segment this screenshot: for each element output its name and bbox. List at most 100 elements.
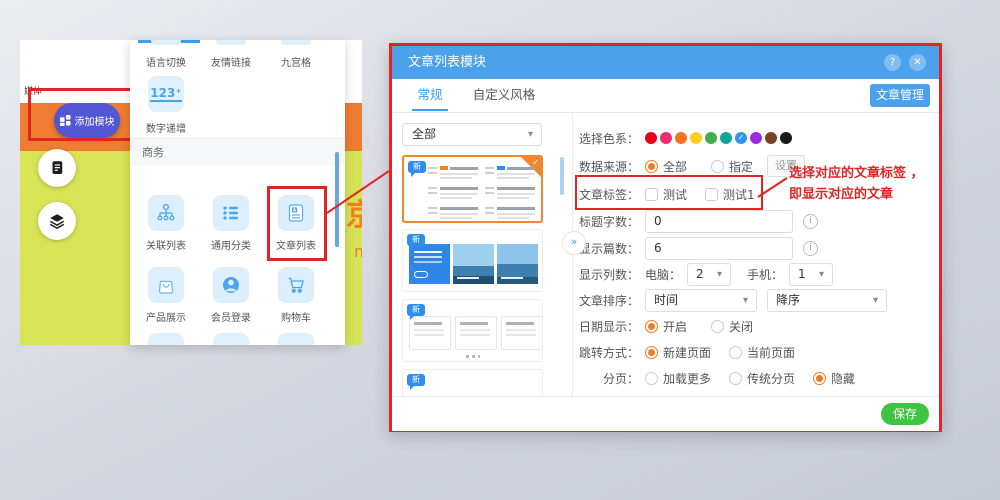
- module-item-related-list[interactable]: 关联列表: [133, 195, 199, 252]
- new-badge: 新: [407, 234, 425, 246]
- radio-jump-current-page[interactable]: [729, 346, 742, 359]
- template-option-3[interactable]: 新: [402, 299, 543, 362]
- template-list: 全部 ▾ 新 ✓ 新: [392, 113, 573, 396]
- title-chars-input[interactable]: [645, 210, 793, 233]
- help-button[interactable]: ?: [884, 54, 901, 71]
- color-dot-list: ✓: [645, 132, 795, 144]
- module-item-friend-links[interactable]: 友情链接: [203, 54, 259, 69]
- panel-scrollbar[interactable]: [335, 152, 339, 247]
- module-item-number-increment[interactable]: 数字递增: [138, 120, 194, 135]
- radio-source-all[interactable]: [645, 160, 658, 173]
- color-dot[interactable]: [675, 132, 687, 144]
- color-dot[interactable]: [765, 132, 777, 144]
- article-count-input[interactable]: [645, 237, 793, 260]
- tab-general[interactable]: 常规: [406, 79, 454, 111]
- field-sort: 文章排序： 时间 ▾ 降序 ▾: [573, 288, 939, 312]
- template-preview-content: [409, 244, 538, 284]
- article-list-dialog: 文章列表模块 ? ✕ 常规 自定义风格 文章管理 全部 ▾ 新 ✓: [389, 43, 942, 432]
- annotation-box-article-list-module: [267, 186, 327, 261]
- new-badge: 新: [407, 304, 425, 316]
- color-dot[interactable]: [660, 132, 672, 144]
- chevron-down-icon: ▾: [528, 124, 533, 145]
- field-jump-mode: 跳转方式： 新建页面 当前页面: [573, 340, 939, 364]
- color-dot[interactable]: [705, 132, 717, 144]
- new-badge: 新: [407, 374, 425, 386]
- field-columns: 显示列数： 电脑： 2 ▾ 手机： 1 ▾: [573, 262, 939, 286]
- module-item-general-category[interactable]: 通用分类: [198, 195, 264, 252]
- close-icon[interactable]: ✕: [909, 54, 926, 71]
- template-filter-dropdown[interactable]: 全部 ▾: [402, 123, 542, 146]
- sort-order-select[interactable]: 降序 ▾: [767, 289, 887, 312]
- shopping-bag-icon: [148, 267, 184, 303]
- org-tree-icon: [148, 195, 184, 231]
- clipped-module-icon: [216, 40, 246, 45]
- template-option-1-selected[interactable]: 新 ✓: [402, 155, 543, 223]
- module-item-nine-grid[interactable]: 九宫格: [268, 54, 324, 69]
- pc-columns-select[interactable]: 2 ▾: [687, 263, 731, 286]
- field-title-chars: 标题字数： i: [573, 209, 939, 233]
- radio-paging-load-more[interactable]: [645, 372, 658, 385]
- info-icon: i: [803, 241, 818, 256]
- pagination-dots: [466, 355, 480, 358]
- module-item-number-increment-icon[interactable]: 123⁺: [148, 76, 184, 112]
- radio-paging-traditional[interactable]: [729, 372, 742, 385]
- module-item-language-switch[interactable]: 语言切换: [138, 54, 194, 69]
- tab-custom-style[interactable]: 自定义风格: [464, 79, 544, 111]
- clipped-module-icon: [151, 40, 181, 45]
- list-icon: [213, 195, 249, 231]
- clipped-module-icon: [281, 40, 311, 45]
- template-preview-content: [409, 316, 543, 350]
- dialog-title: 文章列表模块: [408, 46, 486, 79]
- radio-paging-hidden[interactable]: [813, 372, 826, 385]
- color-dot[interactable]: [750, 132, 762, 144]
- article-manage-button[interactable]: 文章管理: [870, 84, 930, 107]
- dialog-header: 文章列表模块 ? ✕: [392, 46, 939, 79]
- annotation-box-add-module: [28, 88, 142, 141]
- radio-jump-new-page[interactable]: [645, 346, 658, 359]
- field-paging: 分页： 加载更多 传统分页 隐藏: [573, 366, 939, 390]
- clipped-module-tile: [148, 333, 184, 345]
- color-dot[interactable]: [720, 132, 732, 144]
- field-date-display: 日期显示： 开启 关闭: [573, 314, 939, 338]
- dialog-tabbar: 常规 自定义风格 文章管理: [392, 79, 939, 113]
- color-dot[interactable]: [645, 132, 657, 144]
- page-content-button[interactable]: [38, 149, 76, 187]
- template-option-2[interactable]: 新: [402, 229, 543, 292]
- field-color-scheme: 选择色系： ✓: [573, 126, 939, 150]
- radio-date-on[interactable]: [645, 320, 658, 333]
- annotation-note: 选择对应的文章标签 ， 即显示对应的文章: [789, 163, 969, 205]
- color-dot[interactable]: ✓: [735, 132, 747, 144]
- page-layers-button[interactable]: [38, 202, 76, 240]
- module-picker-panel: 语言切换 友情链接 九宫格 123⁺ 数字递增 商务 关联列表: [130, 40, 345, 345]
- collapse-panel-button[interactable]: »: [562, 231, 586, 255]
- selected-check-icon: ✓: [532, 158, 539, 167]
- document-icon: [48, 159, 66, 177]
- field-article-count: 显示篇数： i: [573, 236, 939, 260]
- radio-date-off[interactable]: [711, 320, 724, 333]
- mobile-columns-select[interactable]: 1 ▾: [789, 263, 833, 286]
- member-icon: [213, 267, 249, 303]
- clipped-module-tile: [213, 333, 249, 345]
- settings-panel: 选择色系： ✓ 数据来源： 全部 指定 设置 文章标签： 测试 测试: [573, 113, 939, 396]
- module-item-shopping-cart[interactable]: 购物车: [263, 267, 329, 324]
- cart-icon: [278, 267, 314, 303]
- template-list-scrollbar[interactable]: [560, 157, 564, 195]
- radio-source-assign[interactable]: [711, 160, 724, 173]
- chevron-down-icon: ▾: [743, 290, 748, 311]
- color-dot[interactable]: [690, 132, 702, 144]
- new-badge: 新: [408, 161, 426, 173]
- module-item-product-display[interactable]: 产品展示: [133, 267, 199, 324]
- save-button[interactable]: 保存: [881, 403, 929, 425]
- module-item-member-login[interactable]: 会员登录: [198, 267, 264, 324]
- chevron-down-icon: ▾: [717, 264, 722, 285]
- number-123-icon: 123⁺: [150, 86, 181, 102]
- template-option-4[interactable]: 新: [402, 369, 543, 396]
- sort-field-select[interactable]: 时间 ▾: [645, 289, 757, 312]
- info-icon: i: [803, 214, 818, 229]
- dialog-body: 全部 ▾ 新 ✓ 新: [392, 113, 939, 430]
- page-art-letter: m: [354, 242, 362, 261]
- color-dot[interactable]: [780, 132, 792, 144]
- clipped-module-tile: [278, 333, 314, 345]
- screenshot-stage: 媒体 京 m 添加模块: [0, 0, 1000, 500]
- chevron-down-icon: ▾: [873, 290, 878, 311]
